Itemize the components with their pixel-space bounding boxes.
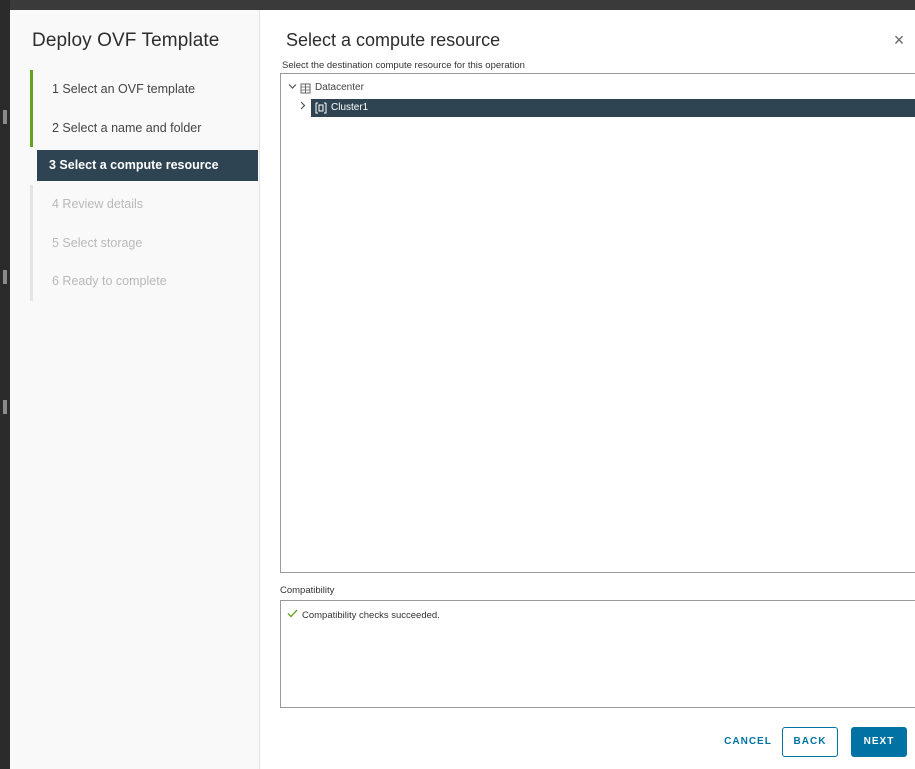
background-tick [3, 400, 7, 414]
close-icon[interactable]: × [889, 30, 909, 50]
instruction-text: Select the destination compute resource … [282, 60, 525, 71]
wizard-content: Select a compute resource × Select the d… [260, 10, 915, 769]
wizard-step-select-compute-resource[interactable]: 3 Select a compute resource [37, 150, 258, 181]
back-button[interactable]: BACK [782, 727, 838, 757]
chevron-right-icon[interactable] [299, 99, 307, 117]
page-title: Select a compute resource [286, 30, 501, 50]
compute-resource-tree: Datacenter Cluster1 [280, 73, 915, 573]
background-strip-top [0, 0, 915, 10]
wizard-step-select-storage: 5 Select storage [30, 223, 260, 262]
wizard-sidebar: Deploy OVF Template 1 Select an OVF temp… [10, 10, 260, 769]
wizard-footer: CANCEL BACK NEXT [260, 727, 915, 759]
tree-node-datacenter[interactable]: Datacenter [286, 79, 364, 97]
next-button[interactable]: NEXT [851, 727, 907, 757]
tree-node-label: Datacenter [315, 82, 364, 93]
deploy-ovf-dialog: Deploy OVF Template 1 Select an OVF temp… [10, 10, 915, 769]
compatibility-panel: Compatibility checks succeeded. [280, 600, 915, 708]
wizard-step-review-details: 4 Review details [30, 185, 260, 224]
datacenter-icon [298, 82, 312, 94]
wizard-step-select-name-and-folder[interactable]: 2 Select a name and folder [30, 108, 260, 147]
background-strip-left [0, 0, 10, 769]
window-frame: Deploy OVF Template 1 Select an OVF temp… [0, 0, 915, 769]
background-tick [3, 270, 7, 284]
tree-node-cluster1[interactable]: Cluster1 [311, 99, 915, 117]
chevron-down-icon[interactable] [286, 79, 298, 97]
cancel-button[interactable]: CANCEL [718, 727, 778, 757]
check-icon [287, 609, 298, 621]
compatibility-label: Compatibility [280, 585, 335, 596]
background-tick [3, 110, 7, 124]
tree-node-label: Cluster1 [331, 102, 369, 113]
wizard-step-select-ovf-template[interactable]: 1 Select an OVF template [30, 70, 260, 109]
compatibility-message: Compatibility checks succeeded. [287, 609, 440, 621]
wizard-step-ready-to-complete: 6 Ready to complete [30, 262, 260, 301]
wizard-steps: 1 Select an OVF template 2 Select a name… [30, 70, 260, 301]
cluster-icon [314, 102, 328, 114]
compatibility-message-text: Compatibility checks succeeded. [302, 609, 440, 621]
wizard-title: Deploy OVF Template [32, 30, 220, 51]
